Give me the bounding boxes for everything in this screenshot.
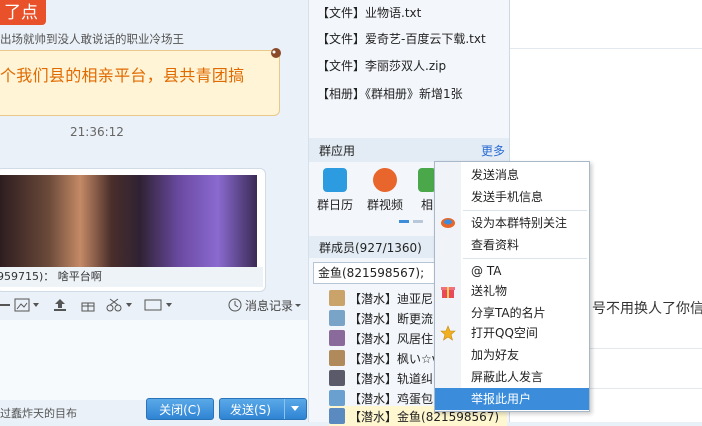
chevron-down-icon [295,304,302,307]
message-sender: 出场就帅到没人敢说话的职业冷场王 [0,32,184,46]
photo-image[interactable] [0,175,257,267]
member-item[interactable]: 【潜水】 鸡蛋包 [329,388,433,408]
gift-icon[interactable] [80,298,96,312]
member-tag: 【潜水】 [349,291,398,306]
menu-label: 发送手机信息 [471,190,544,204]
menu-mention[interactable]: @ TA [435,260,589,282]
menu-label: 举报此用户 [471,392,532,406]
app-label: 群日历 [316,198,353,212]
menu-add-friend[interactable]: 加为好友 [435,344,589,366]
menu-label: 分享TA的名片 [471,306,546,320]
video-icon [373,168,397,192]
shared-file-item[interactable]: 【文件】爱奇艺-百度云下载.txt [317,28,486,50]
shared-file-item[interactable]: 【文件】业物语.txt [317,2,421,24]
member-name: 枫い☆v [397,351,439,366]
right-message-text: 号不用换人了你信 [592,301,702,317]
menu-separator [463,210,587,211]
shared-file-item[interactable]: 【文件】李丽莎双人.zip [317,55,446,77]
member-tag: 【潜水】 [349,371,398,386]
app-label: 群视频 [366,198,403,212]
message-time: 21:36:12 [70,125,124,139]
avatar [329,390,345,406]
menu-open-qzone[interactable]: 打开QQ空间 [435,322,589,344]
message-input[interactable] [0,320,308,400]
member-item[interactable]: 【潜水】 轨道纠 [329,368,433,388]
member-tag: 【潜水】 [349,311,398,326]
menu-block-user[interactable]: 屏蔽此人发言 [435,366,589,388]
image-message[interactable]: 959715)： 啥平台啊 [0,168,266,292]
member-tag: 【潜水】 [349,391,398,406]
apps-page-indicator[interactable] [413,220,423,223]
bubble-decoration-icon [271,48,281,58]
member-tag: 【潜水】 [349,331,398,346]
avatar [329,370,345,386]
menu-send-gift[interactable]: 送礼物 [435,280,589,302]
group-apps-title: 群应用 [319,144,356,158]
member-item[interactable]: 【潜水】 迪亚尼 [329,288,433,308]
menu-label: @ TA [471,264,502,278]
calendar-icon [323,168,347,192]
avatar [329,290,345,306]
menu-label: 发送消息 [471,168,520,182]
menu-label: 屏蔽此人发言 [471,370,544,384]
gift-icon [441,287,455,298]
send-label: 发送(S) [230,402,271,417]
close-button[interactable]: 关闭(C) [146,398,214,420]
scissors-icon[interactable] [106,298,134,312]
keyboard-icon[interactable] [144,298,174,312]
app-calendar[interactable]: 群日历 [313,166,357,213]
menu-send-message[interactable]: 发送消息 [435,164,589,186]
follow-icon [441,218,455,228]
avatar [329,350,345,366]
member-name: 迪亚尼 [397,291,434,306]
more-apps-link[interactable]: 更多 [481,142,505,159]
member-name: 鸡蛋包 [397,391,434,406]
more-icon[interactable] [0,298,12,312]
menu-share-card[interactable]: 分享TA的名片 [435,302,589,324]
member-name: 轨道纠 [397,371,434,386]
input-toolbar: 消息记录 [0,296,308,318]
group-apps-header: 群应用 更多 [309,138,509,162]
menu-label: 设为本群特别关注 [471,216,568,230]
image-caption: 959715)： 啥平台啊 [0,267,263,287]
member-name: 风居住 [397,331,434,346]
group-title-tag: 了点 [0,0,46,25]
clock-icon [228,298,242,312]
message-text: 个我们县的相亲平台，县共青团搞 [0,66,245,85]
member-name: 断更流 [397,311,434,326]
member-tag: 【潜水】 [349,351,398,366]
member-item[interactable]: 【潜水】 断更流 [329,308,433,328]
app-video[interactable]: 群视频 [363,166,407,213]
menu-label: 打开QQ空间 [471,326,538,340]
menu-send-sms[interactable]: 发送手机信息 [435,186,589,208]
avatar [329,310,345,326]
send-options-icon[interactable] [290,405,300,413]
menu-view-profile[interactable]: 查看资料 [435,234,589,256]
member-context-menu: 发送消息 发送手机信息 设为本群特别关注 查看资料 @ TA 送礼物 分享TA的… [434,161,590,412]
image-icon[interactable] [14,298,40,312]
avatar [329,330,345,346]
menu-special-follow[interactable]: 设为本群特别关注 [435,212,589,234]
menu-report-user[interactable]: 举报此用户 [435,388,589,410]
history-label: 消息记录 [245,298,294,313]
input-note: 过蠢炸天的目布 [0,407,77,420]
members-title: 群成员(927/1360) [319,241,422,255]
app-label: 相 [420,198,433,212]
menu-label: 加为好友 [471,348,520,362]
menu-label: 送礼物 [471,284,508,298]
shared-file-item[interactable]: 【相册】《群相册》新增1张 [317,83,463,105]
star-icon [440,325,456,341]
member-item[interactable]: 【潜水】 风居住 [329,328,433,348]
apps-page-indicator[interactable] [399,220,409,223]
menu-separator [463,258,587,259]
history-button[interactable]: 消息记录 [228,296,303,314]
send-button[interactable]: 发送(S) [219,398,307,420]
member-item[interactable]: 【潜水】 枫い☆v [329,348,439,368]
upload-icon[interactable] [52,298,68,312]
menu-label: 查看资料 [471,238,520,252]
divider [510,48,702,49]
chat-pane: 了点 出场就帅到没人敢说话的职业冷场王 个我们县的相亲平台，县共青团搞 21:3… [0,0,308,422]
